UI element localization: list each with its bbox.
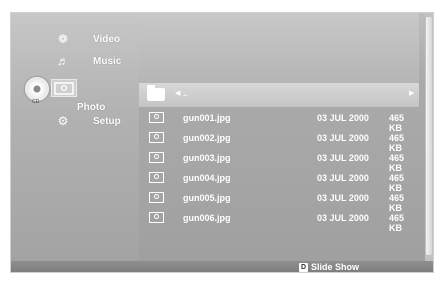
photo-file-icon [149, 132, 164, 143]
file-date: 03 JUL 2000 [317, 213, 369, 223]
menu-item-music[interactable]: ♬ Music [55, 51, 121, 71]
photo-file-icon [149, 112, 164, 123]
slide-show-action[interactable]: Slide Show [311, 262, 359, 272]
file-date: 03 JUL 2000 [317, 173, 369, 183]
menu-item-setup[interactable]: ⚙ Setup [55, 111, 121, 131]
photo-file-icon [149, 152, 164, 163]
photo-file-icon [149, 172, 164, 183]
scrollbar[interactable] [425, 13, 433, 261]
file-date: 03 JUL 2000 [317, 193, 369, 203]
category-sidebar: ❁ Video ♬ Music CD Photo ⚙ Setup [11, 13, 139, 261]
list-header-area [139, 13, 419, 83]
film-reel-icon: ❁ [57, 32, 69, 46]
gear-icon: ⚙ [57, 114, 69, 128]
file-name: gun003.jpg [183, 153, 231, 163]
left-arrow-icon: ◀ [175, 90, 181, 97]
media-browser-screen: ❁ Video ♬ Music CD Photo ⚙ Setup ◀ .. ▶ … [10, 12, 434, 273]
file-date: 03 JUL 2000 [317, 133, 369, 143]
file-name: gun001.jpg [183, 113, 231, 123]
disc-icon [25, 77, 49, 101]
d-button-icon: D [299, 263, 308, 272]
file-name: gun005.jpg [183, 193, 231, 203]
parent-folder-row[interactable]: ◀ .. ▶ [139, 83, 419, 107]
file-date: 03 JUL 2000 [317, 113, 369, 123]
file-size: 465 KB [389, 213, 405, 233]
photo-icon [51, 79, 77, 97]
file-row[interactable]: gun006.jpg 03 JUL 2000 465 KB [139, 209, 419, 233]
file-name: gun006.jpg [183, 213, 231, 223]
photo-file-icon [149, 192, 164, 203]
scrollbar-thumb[interactable] [426, 17, 432, 255]
menu-item-label: Video [93, 33, 121, 45]
file-date: 03 JUL 2000 [317, 153, 369, 163]
file-name: gun002.jpg [183, 133, 231, 143]
file-name: gun004.jpg [183, 173, 231, 183]
file-row[interactable]: gun005.jpg 03 JUL 2000 465 KB [139, 189, 419, 213]
photo-file-icon [149, 212, 164, 223]
file-row[interactable]: gun003.jpg 03 JUL 2000 465 KB [139, 149, 419, 173]
footer-bar: D Slide Show [11, 261, 433, 272]
menu-item-label: Music [93, 55, 122, 67]
file-list-panel: ◀ .. ▶ gun001.jpg 03 JUL 2000 465 KB gun… [139, 13, 433, 261]
menu-item-label: Setup [93, 115, 121, 127]
file-row[interactable]: gun001.jpg 03 JUL 2000 465 KB [139, 109, 419, 133]
menu-item-video[interactable]: ❁ Video [55, 29, 120, 49]
parent-folder-label: .. [183, 89, 188, 98]
right-arrow-icon: ▶ [409, 90, 415, 97]
file-row[interactable]: gun002.jpg 03 JUL 2000 465 KB [139, 129, 419, 153]
music-note-icon: ♬ [57, 54, 69, 68]
disc-type-label: CD [32, 99, 40, 105]
folder-icon [147, 85, 165, 101]
file-row[interactable]: gun004.jpg 03 JUL 2000 465 KB [139, 169, 419, 193]
